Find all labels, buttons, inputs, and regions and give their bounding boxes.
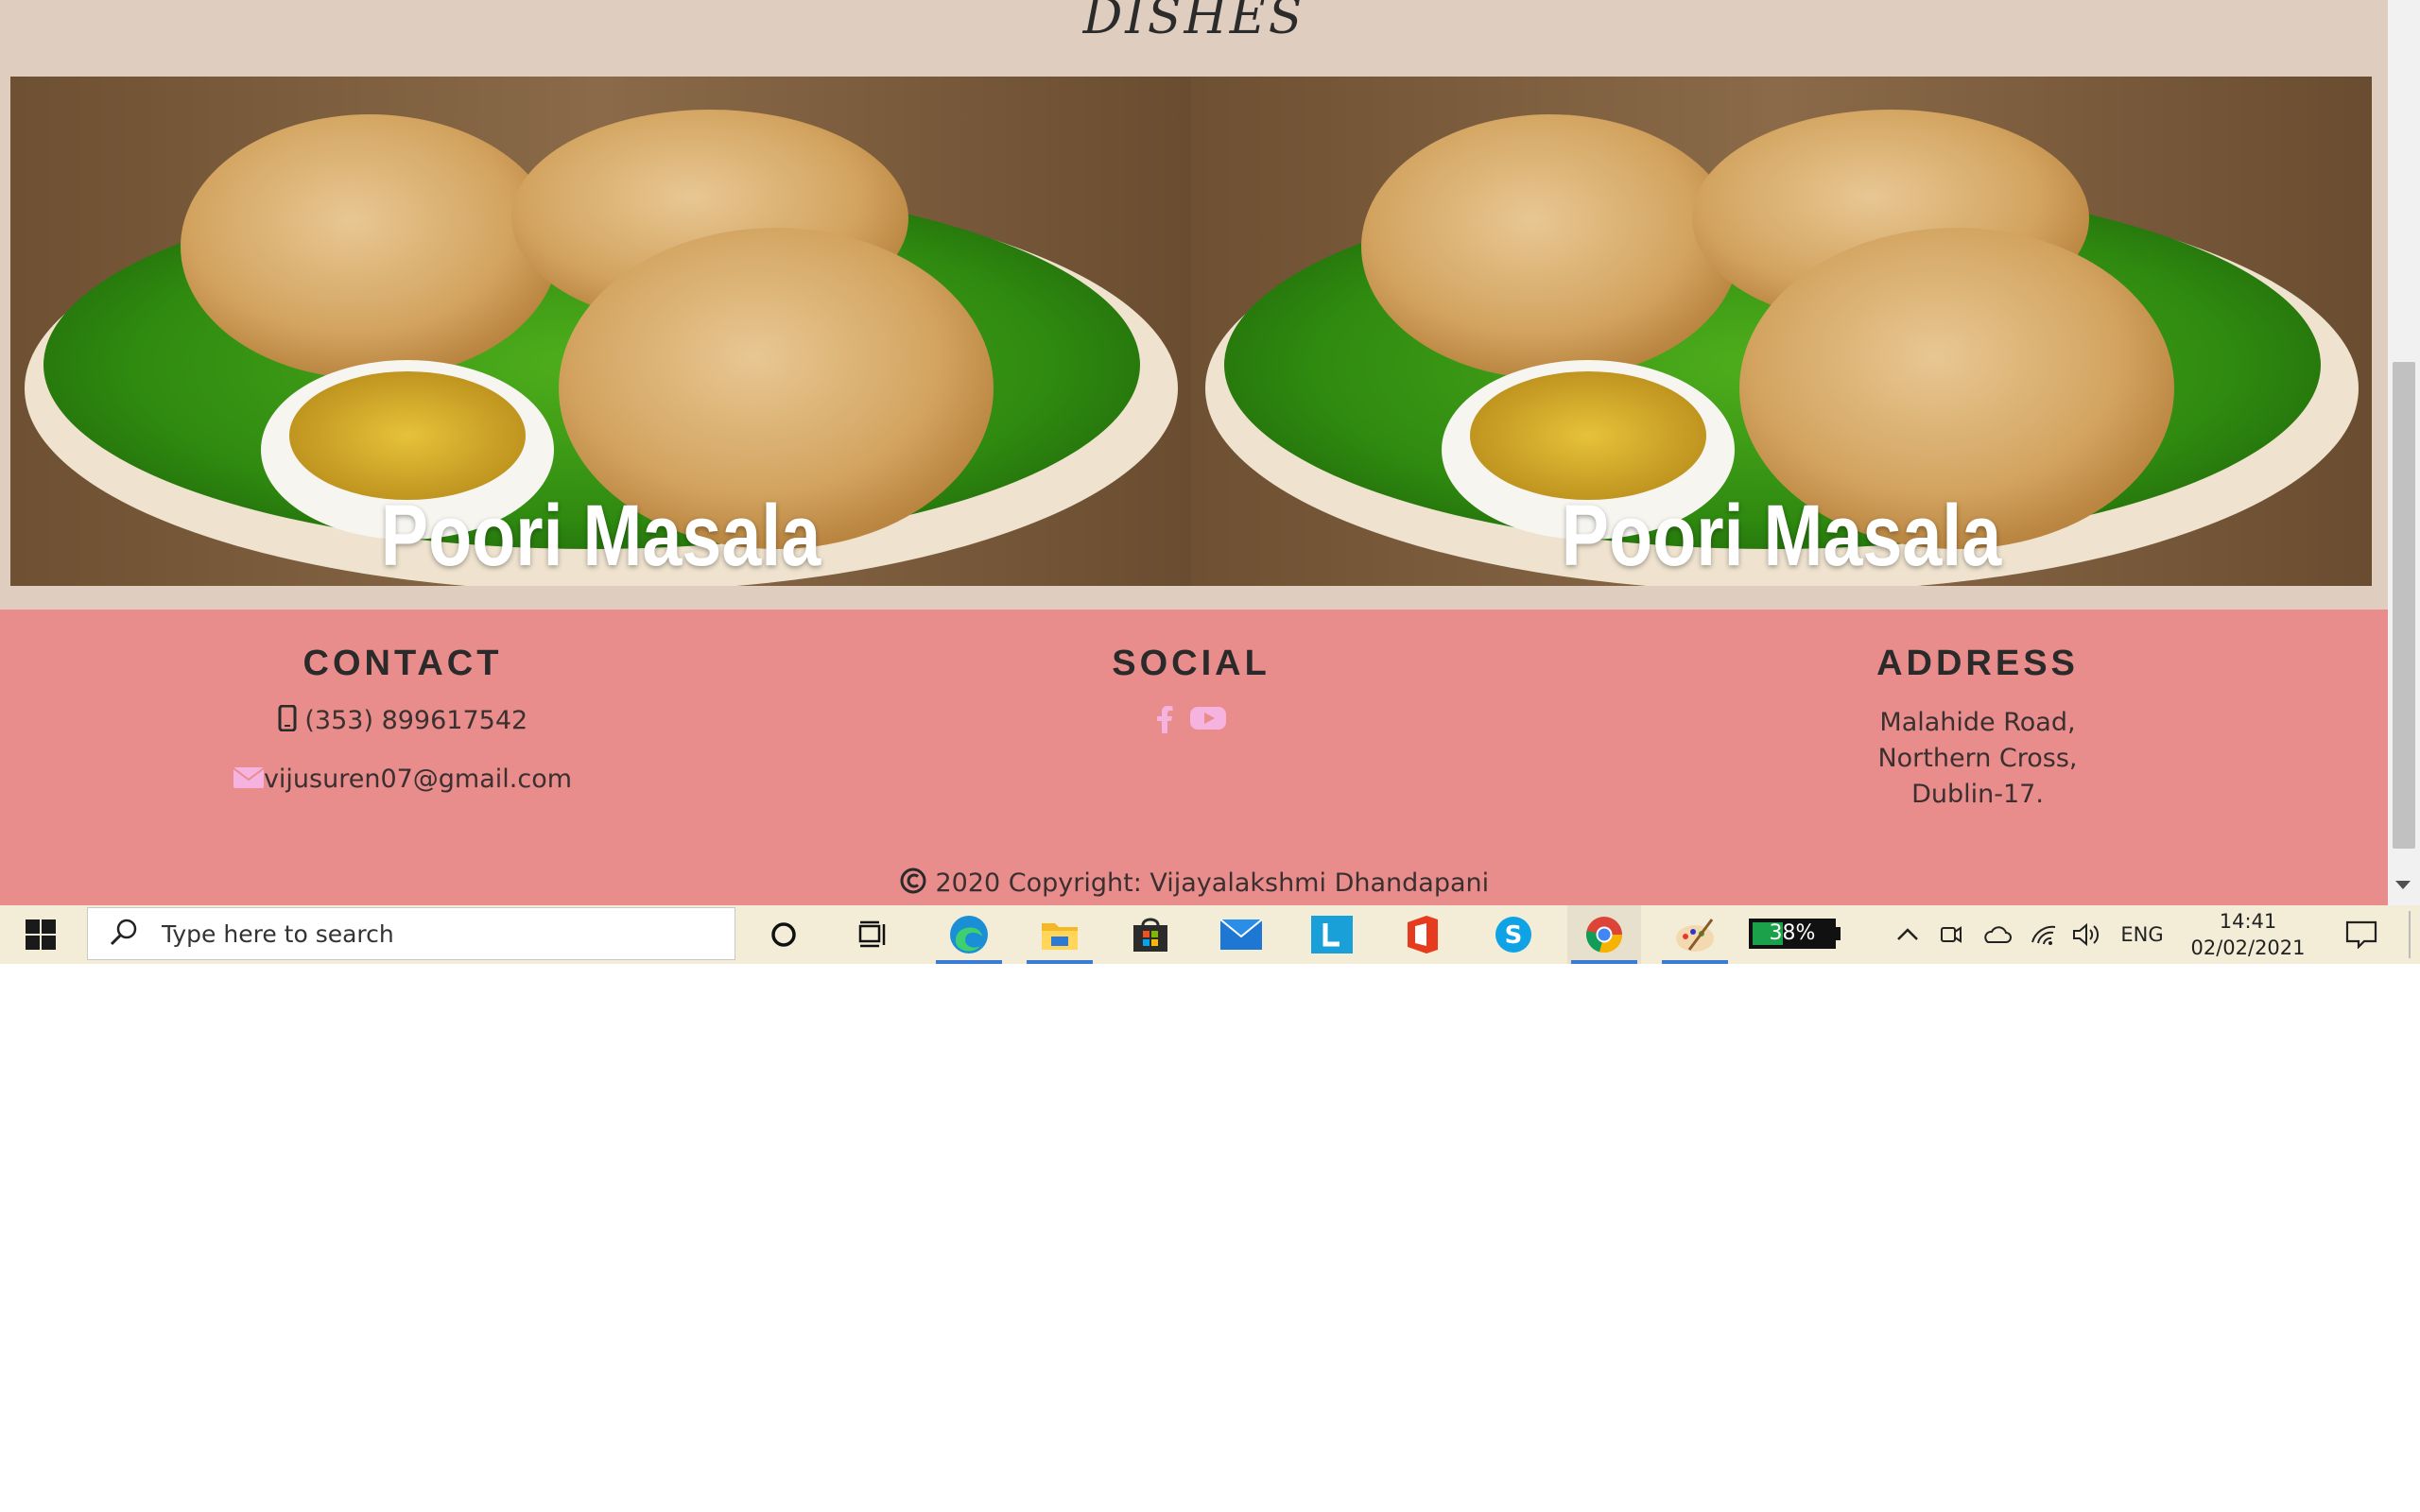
contact-phone[interactable]: (353) 899617542 xyxy=(6,704,800,738)
language-indicator[interactable]: ENG xyxy=(2114,905,2170,964)
battery-percent: 38% xyxy=(1769,921,1816,945)
copyright-label: 2020 Copyright: Vijayalakshmi Dhandapani xyxy=(935,868,1490,898)
contact-title: CONTACT xyxy=(302,644,503,683)
clock-date: 02/02/2021 xyxy=(2190,936,2306,959)
skype-icon[interactable]: S xyxy=(1477,905,1550,964)
address-line: Malahide Road, xyxy=(1879,708,2076,737)
cortana-icon[interactable] xyxy=(747,905,821,964)
store-icon[interactable] xyxy=(1114,905,1187,964)
action-center-icon[interactable] xyxy=(2335,905,2388,964)
mobile-phone-icon xyxy=(278,704,297,738)
office-icon[interactable] xyxy=(1386,905,1460,964)
file-explorer-icon[interactable] xyxy=(1023,905,1097,964)
social-column: SOCIAL xyxy=(794,644,1588,737)
taskbar-search-box[interactable]: Type here to search xyxy=(87,907,735,960)
start-button[interactable] xyxy=(0,905,81,964)
phone-number: (353) 899617542 xyxy=(304,706,528,735)
address-column: ADDRESS Malahide Road, Northern Cross, D… xyxy=(1581,644,2375,813)
address-line: Northern Cross, xyxy=(1877,744,2078,773)
clock-time: 14:41 xyxy=(2219,910,2277,933)
dish-name: Poori Masala xyxy=(1561,488,2002,584)
scrollbar-thumb[interactable] xyxy=(2393,362,2415,849)
show-hidden-icons-chevron-icon[interactable] xyxy=(1887,905,1928,964)
contact-column: CONTACT (353) 899617542 vijusuren07@gmai… xyxy=(6,644,800,795)
paint-icon[interactable] xyxy=(1658,905,1732,964)
meet-now-icon[interactable] xyxy=(1932,905,1970,964)
l-app-icon[interactable] xyxy=(1295,905,1369,964)
copyright-text: 2020 Copyright: Vijayalakshmi Dhandapani xyxy=(0,867,2388,902)
language-label: ENG xyxy=(2120,923,2164,946)
facebook-icon[interactable] xyxy=(1156,705,1173,737)
edge-icon[interactable] xyxy=(932,905,1006,964)
svg-text:S: S xyxy=(1505,921,1523,950)
mail-icon[interactable] xyxy=(1204,905,1278,964)
show-desktop-button[interactable] xyxy=(2409,911,2411,958)
volume-icon[interactable] xyxy=(2068,905,2106,964)
onedrive-cloud-icon[interactable] xyxy=(1976,905,2017,964)
task-view-icon[interactable] xyxy=(838,905,911,964)
social-title: SOCIAL xyxy=(1112,644,1270,683)
social-icons xyxy=(794,705,1588,737)
windows-taskbar: Type here to search S 38% ENG 14:41 02/0… xyxy=(0,905,2420,964)
address-lines: Malahide Road, Northern Cross, Dublin-17… xyxy=(1581,705,2375,813)
chrome-icon[interactable] xyxy=(1567,905,1641,964)
clock[interactable]: 14:41 02/02/2021 xyxy=(2174,905,2322,964)
dish-card[interactable]: Poori Masala xyxy=(1191,77,2372,586)
address-title: ADDRESS xyxy=(1876,644,2079,683)
site-footer: CONTACT (353) 899617542 vijusuren07@gmai… xyxy=(0,610,2388,905)
search-placeholder: Type here to search xyxy=(162,919,394,948)
youtube-icon[interactable] xyxy=(1190,705,1226,737)
dishes-heading: DISHES xyxy=(1082,0,1305,45)
battery-cap xyxy=(1836,927,1841,940)
battery-indicator[interactable]: 38% xyxy=(1749,919,1841,949)
vertical-scrollbar[interactable] xyxy=(2388,0,2420,905)
wifi-icon[interactable] xyxy=(2025,905,2063,964)
search-icon xyxy=(109,917,139,951)
copyright-icon xyxy=(899,867,927,902)
webpage: DISHES Poori Masala Poori Masala CONTACT… xyxy=(0,0,2388,905)
dish-name: Poori Masala xyxy=(380,488,821,584)
scroll-down-arrow-icon[interactable] xyxy=(2395,881,2411,889)
envelope-icon xyxy=(233,765,265,795)
dish-card[interactable]: Poori Masala xyxy=(10,77,1191,586)
address-line: Dublin-17. xyxy=(1911,780,2044,809)
email-address: vijusuren07@gmail.com xyxy=(263,765,573,794)
windows-logo-icon xyxy=(26,919,56,950)
contact-email[interactable]: vijusuren07@gmail.com xyxy=(6,765,800,795)
